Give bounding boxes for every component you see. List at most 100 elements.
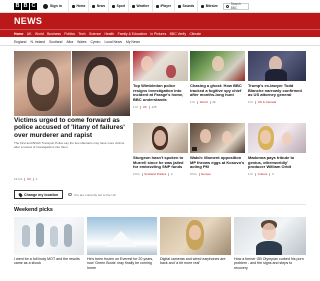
top-nav-label: Sounds: [182, 4, 195, 8]
story-meta: 1 hr World 49: [190, 100, 216, 105]
news-header: NEWS: [0, 13, 320, 29]
top-nav-sport[interactable]: Sport: [108, 0, 128, 13]
news-nav-item[interactable]: Tech: [78, 32, 85, 36]
story-card[interactable]: Trump's ex-lawyer Todd Blanche narrowly …: [248, 51, 306, 104]
change-location-button[interactable]: Change my location: [14, 190, 64, 199]
top-nav-label: Sport: [116, 4, 125, 8]
region-nav: England N. Ireland Scotland Alba Wales C…: [0, 37, 320, 46]
news-icon: [92, 4, 96, 8]
story-title: Watch: Moment opposition MP throws eggs …: [190, 155, 245, 170]
change-location-label: Change my location: [24, 192, 59, 197]
home-icon: [71, 4, 75, 8]
news-title[interactable]: NEWS: [14, 16, 42, 26]
story-meta: 1 hr UK 125: [133, 104, 157, 109]
top-nav-news[interactable]: News: [88, 0, 108, 13]
story-image: [133, 123, 188, 153]
story-card[interactable]: Chasing a ghost: How BBC tracked a fugit…: [190, 51, 245, 104]
hero-comments: 1: [35, 177, 38, 181]
bitesize-icon: [201, 4, 205, 8]
news-nav: Home UK World Business Politics Tech Sci…: [0, 29, 320, 37]
search-placeholder: Search BBC: [230, 2, 241, 10]
news-nav-item[interactable]: UK: [27, 32, 32, 36]
search-input[interactable]: Search BBC: [222, 2, 249, 10]
news-nav-item[interactable]: Business: [47, 32, 61, 36]
bbc-logo-letter: C: [30, 2, 37, 10]
weekend-card[interactable]: I went for a full body MOT and the resul…: [14, 217, 84, 266]
top-nav-label: Weather: [136, 4, 150, 8]
weekend-title: I went for a full body MOT and the resul…: [14, 257, 80, 266]
story-meta: 1 hr US & Canada: [248, 100, 277, 105]
news-nav-item[interactable]: Health: [104, 32, 114, 36]
region-nav-item[interactable]: Cymru: [90, 40, 100, 44]
hero-headline[interactable]: Victims urged to come forward as police …: [14, 117, 132, 139]
region-nav-item[interactable]: N. Ireland: [30, 40, 45, 44]
weekend-card[interactable]: How a former GB Olympian curbed his porn…: [234, 217, 306, 270]
story-card[interactable]: Top Wimbledon police resigns investigati…: [133, 51, 188, 109]
news-nav-item[interactable]: World: [35, 32, 44, 36]
news-nav-item[interactable]: Science: [89, 32, 101, 36]
section-divider: [14, 204, 306, 205]
region-nav-item[interactable]: Alba: [66, 40, 73, 44]
top-nav-weather[interactable]: Weather: [128, 0, 152, 13]
story-image: [190, 123, 245, 153]
top-nav-iplayer[interactable]: iPlayer: [152, 0, 174, 13]
weekend-image: [160, 217, 231, 255]
play-icon: [192, 147, 197, 151]
story-image: [133, 51, 188, 81]
news-nav-item[interactable]: In Pictures: [150, 32, 166, 36]
weekend-title: Digital cameras and wired earphones are …: [160, 257, 226, 266]
news-nav-item[interactable]: Family & Education: [118, 32, 147, 36]
story-image: [248, 123, 306, 153]
region-nav-item[interactable]: Local News: [104, 40, 122, 44]
news-nav-item[interactable]: Politics: [64, 32, 75, 36]
iplayer-icon: [156, 4, 160, 8]
hero-image-left[interactable]: [14, 51, 71, 116]
region-nav-item[interactable]: My News: [126, 40, 140, 44]
story-meta: 2 hrs Scotland Politics 2: [133, 172, 173, 177]
top-nav-home[interactable]: Home: [67, 0, 88, 13]
bbc-logo-letter: B: [14, 2, 21, 10]
region-nav-item[interactable]: England: [14, 40, 26, 44]
top-nav-label: News: [96, 4, 106, 8]
story-card[interactable]: Madonna pays tribute to genius, otherwor…: [248, 123, 306, 176]
weekend-picks-heading: Weekend picks: [14, 207, 53, 213]
story-image: [248, 51, 306, 81]
story-meta: 1 hr Culture 3: [248, 172, 274, 177]
weekend-image: [87, 217, 157, 255]
news-nav-item[interactable]: BBC Verify: [170, 32, 186, 36]
news-nav-item[interactable]: Home: [14, 32, 23, 36]
weekend-card[interactable]: He's been frozen on Everest for 20 years…: [87, 217, 157, 270]
hero-image-right[interactable]: [72, 51, 130, 116]
weather-icon: [132, 4, 135, 8]
story-title: Sturgeon hasn't spoken to Murrell since …: [133, 155, 184, 170]
hero-tag[interactable]: UK: [27, 177, 31, 181]
weekend-image: [14, 217, 84, 255]
story-card[interactable]: Sturgeon hasn't spoken to Murrell since …: [133, 123, 188, 176]
search-icon: [225, 4, 229, 8]
location-row: Change my location i You are currently s…: [14, 190, 116, 199]
location-pin-icon: [18, 192, 23, 197]
news-nav-item[interactable]: Climate: [189, 32, 201, 36]
bbc-logo[interactable]: B B C: [14, 2, 37, 10]
weekend-card[interactable]: Digital cameras and wired earphones are …: [160, 217, 231, 266]
sounds-icon: [178, 4, 181, 8]
info-icon: i: [68, 192, 72, 197]
story-title: Madonna pays tribute to genius, otherwor…: [248, 155, 295, 170]
top-nav-sounds[interactable]: Sounds: [174, 0, 197, 13]
top-nav: Home News Sport Weather iPlayer Sounds B…: [67, 0, 221, 13]
story-card[interactable]: Watch: Moment opposition MP throws eggs …: [190, 123, 245, 176]
top-nav-bitesize[interactable]: Bitesize: [197, 0, 221, 13]
story-image: [190, 51, 245, 81]
bbc-top-bar: B B C Sign in Home News Sport Weather iP…: [0, 0, 320, 13]
top-nav-label: Bitesize: [205, 4, 218, 8]
weekend-title: How a former GB Olympian curbed his porn…: [234, 257, 304, 270]
story-title: Trump's ex-lawyer Todd Blanche narrowly …: [248, 83, 302, 98]
sign-in-label: Sign in: [50, 4, 62, 8]
sign-in-link[interactable]: Sign in: [43, 3, 62, 9]
region-nav-item[interactable]: Scotland: [49, 40, 62, 44]
hero-summary: The First and British Transport Police s…: [14, 141, 125, 149]
weekend-title: He's been frozen on Everest for 20 years…: [87, 257, 154, 270]
location-note-text: You are currently set to the UK: [73, 192, 116, 197]
hero-time: 13 hrs: [14, 177, 23, 181]
region-nav-item[interactable]: Wales: [77, 40, 86, 44]
